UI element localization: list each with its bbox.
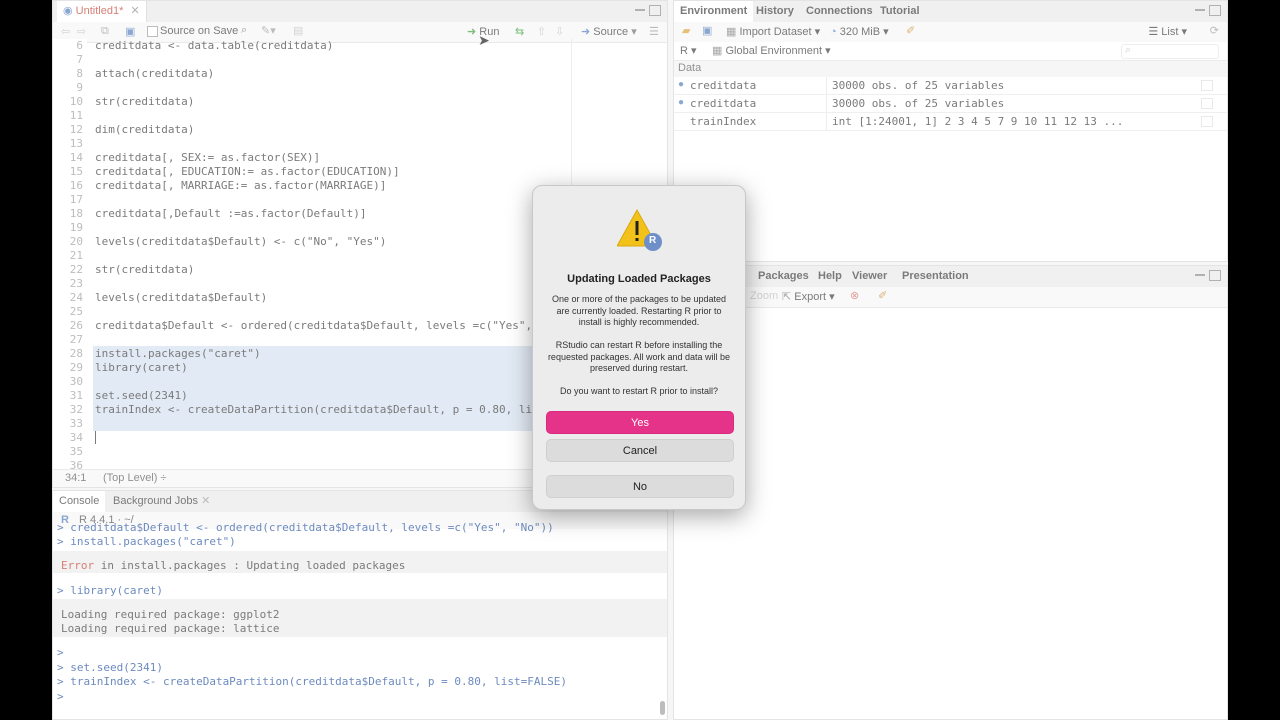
r-badge: R: [649, 235, 657, 246]
dialog-title: Updating Loaded Packages: [567, 273, 711, 285]
rstudio-window: ◉ Untitled1* ✕ ⇦ ⇨ ⧉ ▣ Source on Save ⌕ …: [52, 0, 1228, 720]
warning-icon: R: [616, 208, 663, 252]
dialog-paragraph-2: RStudio can restart R before installing …: [547, 340, 731, 373]
yes-button[interactable]: Yes: [546, 411, 734, 434]
no-button[interactable]: No: [546, 475, 734, 498]
dialog-paragraph-1: One or more of the packages to be update…: [551, 294, 727, 327]
cancel-button[interactable]: Cancel: [546, 439, 734, 462]
dialog-question: Do you want to restart R prior to instal…: [559, 386, 719, 396]
updating-packages-dialog: R Updating Loaded Packages One or more o…: [532, 185, 746, 510]
